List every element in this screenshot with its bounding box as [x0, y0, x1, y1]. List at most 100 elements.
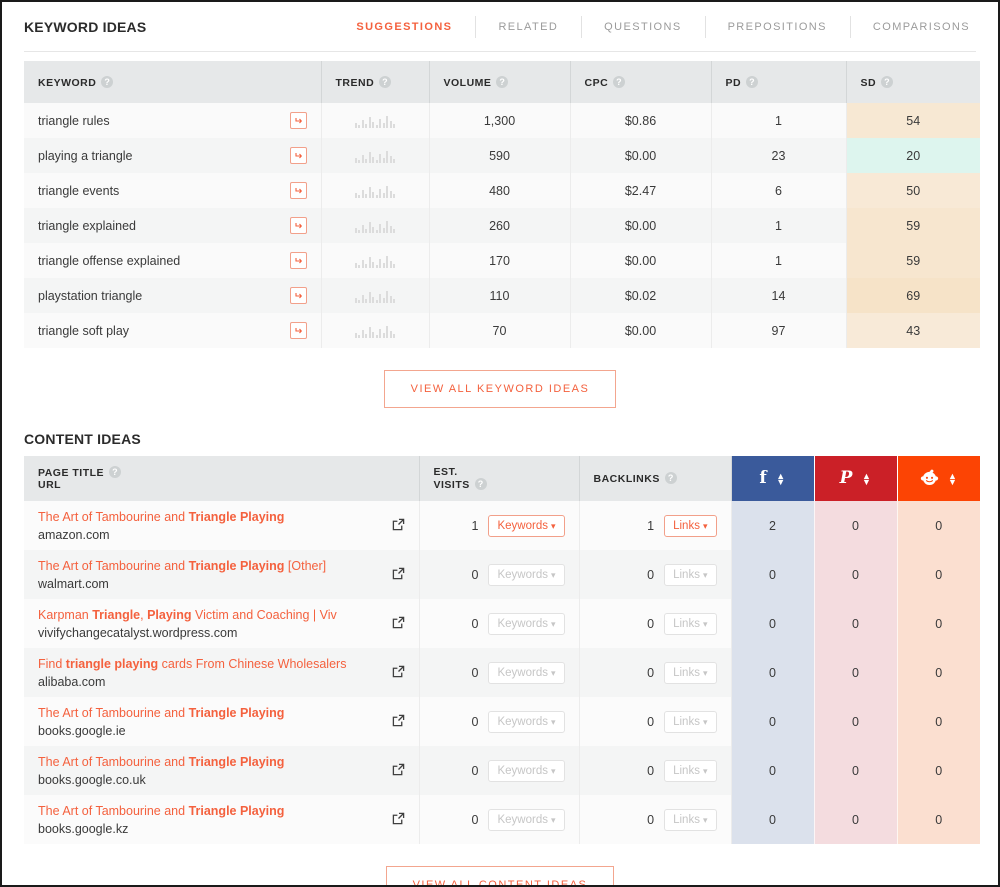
- external-link-icon[interactable]: [392, 812, 405, 828]
- col-header-keyword[interactable]: KEYWORD?: [24, 61, 322, 103]
- links-dropdown[interactable]: Links ▾: [664, 514, 717, 537]
- arrow-turn-right-icon[interactable]: [289, 322, 307, 339]
- sd-cell: 50: [846, 173, 980, 208]
- keywords-dropdown: Keywords ▾: [488, 808, 565, 831]
- arrow-turn-right-icon[interactable]: [289, 252, 307, 269]
- page-title-link[interactable]: The Art of Tambourine and Triangle Playi…: [38, 803, 392, 819]
- external-link-icon[interactable]: [392, 616, 405, 632]
- page-url: books.google.kz: [38, 821, 129, 836]
- col-header-page-title-url[interactable]: PAGE TITLE? URL: [24, 456, 420, 501]
- sort-pinterest-button[interactable]: ▲ ▼: [862, 471, 871, 486]
- keywords-dropdown: Keywords ▾: [488, 563, 565, 586]
- page-title-link[interactable]: The Art of Tambourine and Triangle Playi…: [38, 705, 392, 721]
- tab-suggestions[interactable]: SUGGESTIONS: [333, 20, 475, 34]
- help-icon[interactable]: ?: [746, 75, 759, 88]
- trend-cell: [321, 313, 430, 348]
- col-header-label: VOLUME: [443, 76, 492, 89]
- keywords-dropdown: Keywords ▾: [488, 710, 565, 733]
- sort-reddit-button[interactable]: ▲ ▼: [948, 471, 957, 486]
- page-title-link[interactable]: The Art of Tambourine and Triangle Playi…: [38, 754, 392, 770]
- col-header-est-visits[interactable]: EST. VISITS?: [419, 456, 580, 501]
- col-header-backlinks[interactable]: BACKLINKS?: [579, 456, 732, 501]
- cpc-cell: $0.00: [570, 138, 712, 173]
- help-icon[interactable]: ?: [474, 478, 487, 490]
- help-icon[interactable]: ?: [613, 75, 626, 88]
- keywords-dropdown: Keywords ▾: [488, 612, 565, 635]
- sd-cell: 59: [846, 208, 980, 243]
- col-header-label: CPC: [584, 76, 609, 89]
- keywords-dropdown: Keywords ▾: [488, 759, 565, 782]
- keyword-label: triangle soft play: [38, 323, 130, 338]
- reddit-count-cell: 0: [897, 501, 980, 550]
- view-all-content-ideas-button[interactable]: VIEW ALL CONTENT IDEAS: [385, 866, 615, 885]
- sort-facebook-button[interactable]: ▲ ▼: [776, 471, 785, 486]
- content-row: Karpman Triangle, Playing Victim and Coa…: [24, 599, 980, 648]
- arrow-turn-right-icon[interactable]: [289, 182, 307, 199]
- col-header-facebook[interactable]: f ▲ ▼: [731, 456, 815, 501]
- content-ideas-section: CONTENT IDEAS PAGE TITLE? URL EST. VISITS? B…: [24, 431, 980, 885]
- keyword-tabs: SUGGESTIONS RELATED QUESTIONS PREPOSITIONS C…: [333, 15, 976, 38]
- col-header-volume[interactable]: VOLUME?: [429, 61, 571, 103]
- col-header-pd[interactable]: PD?: [711, 61, 847, 103]
- est-visits-value: 0: [471, 616, 479, 631]
- links-dropdown-label: Links: [673, 764, 700, 777]
- external-link-icon[interactable]: [392, 518, 405, 534]
- help-icon[interactable]: ?: [101, 75, 114, 88]
- links-dropdown: Links ▾: [664, 563, 717, 586]
- arrow-turn-right-icon[interactable]: [289, 217, 307, 234]
- keyword-cell: triangle soft play: [24, 313, 322, 348]
- chevron-down-icon: ▾: [550, 814, 556, 825]
- page-title-link[interactable]: Karpman Triangle, Playing Victim and Coa…: [38, 607, 392, 623]
- external-link-icon[interactable]: [392, 714, 405, 730]
- keywords-dropdown[interactable]: Keywords ▾: [488, 514, 565, 537]
- arrow-turn-right-icon[interactable]: [289, 147, 307, 164]
- keyword-cell: triangle events: [24, 173, 322, 208]
- est-visits-cell: 0 Keywords ▾: [419, 795, 580, 844]
- trend-cell: [321, 243, 430, 278]
- est-visits-cell: 1 Keywords ▾: [419, 501, 580, 550]
- est-visits-value: 0: [471, 665, 479, 680]
- page-title-link[interactable]: The Art of Tambourine and Triangle Playi…: [38, 558, 392, 574]
- col-header-reddit[interactable]: ▲ ▼: [897, 456, 980, 501]
- col-header-pinterest[interactable]: P ▲ ▼: [814, 456, 898, 501]
- view-all-keyword-ideas-button[interactable]: VIEW ALL KEYWORD IDEAS: [383, 370, 617, 408]
- external-link-icon[interactable]: [392, 665, 405, 681]
- help-icon[interactable]: ?: [379, 75, 392, 88]
- help-icon[interactable]: ?: [664, 472, 677, 484]
- chevron-down-icon: ▾: [702, 618, 708, 629]
- reddit-count-cell: 0: [897, 599, 980, 648]
- est-visits-cell: 0 Keywords ▾: [419, 697, 580, 746]
- keyword-row: triangle offense explained 170 $0.00 1 59: [24, 243, 980, 278]
- page-title-link[interactable]: The Art of Tambourine and Triangle Playi…: [38, 509, 392, 525]
- links-dropdown-label: Links: [673, 715, 700, 728]
- col-header-label: TREND: [335, 76, 375, 89]
- help-icon[interactable]: ?: [109, 466, 122, 478]
- external-link-icon[interactable]: [392, 567, 405, 583]
- tab-comparisons[interactable]: COMPARISONS: [849, 15, 976, 38]
- chevron-down-icon: ▾: [550, 667, 556, 678]
- col-header-sd[interactable]: SD?: [846, 61, 980, 103]
- page-url: alibaba.com: [38, 674, 106, 689]
- keyword-row: triangle soft play 70 $0.00 97 43: [24, 313, 980, 348]
- page-url: walmart.com: [38, 576, 109, 591]
- pinterest-count-cell: 0: [814, 795, 898, 844]
- trend-cell: [321, 103, 430, 138]
- col-header-trend[interactable]: TREND?: [321, 61, 430, 103]
- pinterest-count-cell: 0: [814, 746, 898, 795]
- arrow-turn-right-icon[interactable]: [289, 112, 307, 129]
- arrow-turn-right-icon[interactable]: [289, 287, 307, 304]
- sparkline-bars-icon: [336, 149, 415, 163]
- page-title-url-cell: The Art of Tambourine and Triangle Playi…: [24, 501, 420, 550]
- keyword-row: playing a triangle 590 $0.00 23 20: [24, 138, 980, 173]
- help-icon[interactable]: ?: [496, 75, 509, 88]
- sd-cell: 69: [846, 278, 980, 313]
- page-title-link[interactable]: Find triangle playing cards From Chinese…: [38, 656, 392, 672]
- tab-questions[interactable]: QUESTIONS: [581, 15, 704, 38]
- pd-cell: 14: [711, 278, 847, 313]
- keyword-cell: triangle rules: [24, 103, 322, 138]
- col-header-cpc[interactable]: CPC?: [570, 61, 712, 103]
- tab-prepositions[interactable]: PREPOSITIONS: [704, 15, 850, 38]
- external-link-icon[interactable]: [392, 763, 405, 779]
- help-icon[interactable]: ?: [881, 75, 894, 88]
- tab-related[interactable]: RELATED: [475, 15, 581, 38]
